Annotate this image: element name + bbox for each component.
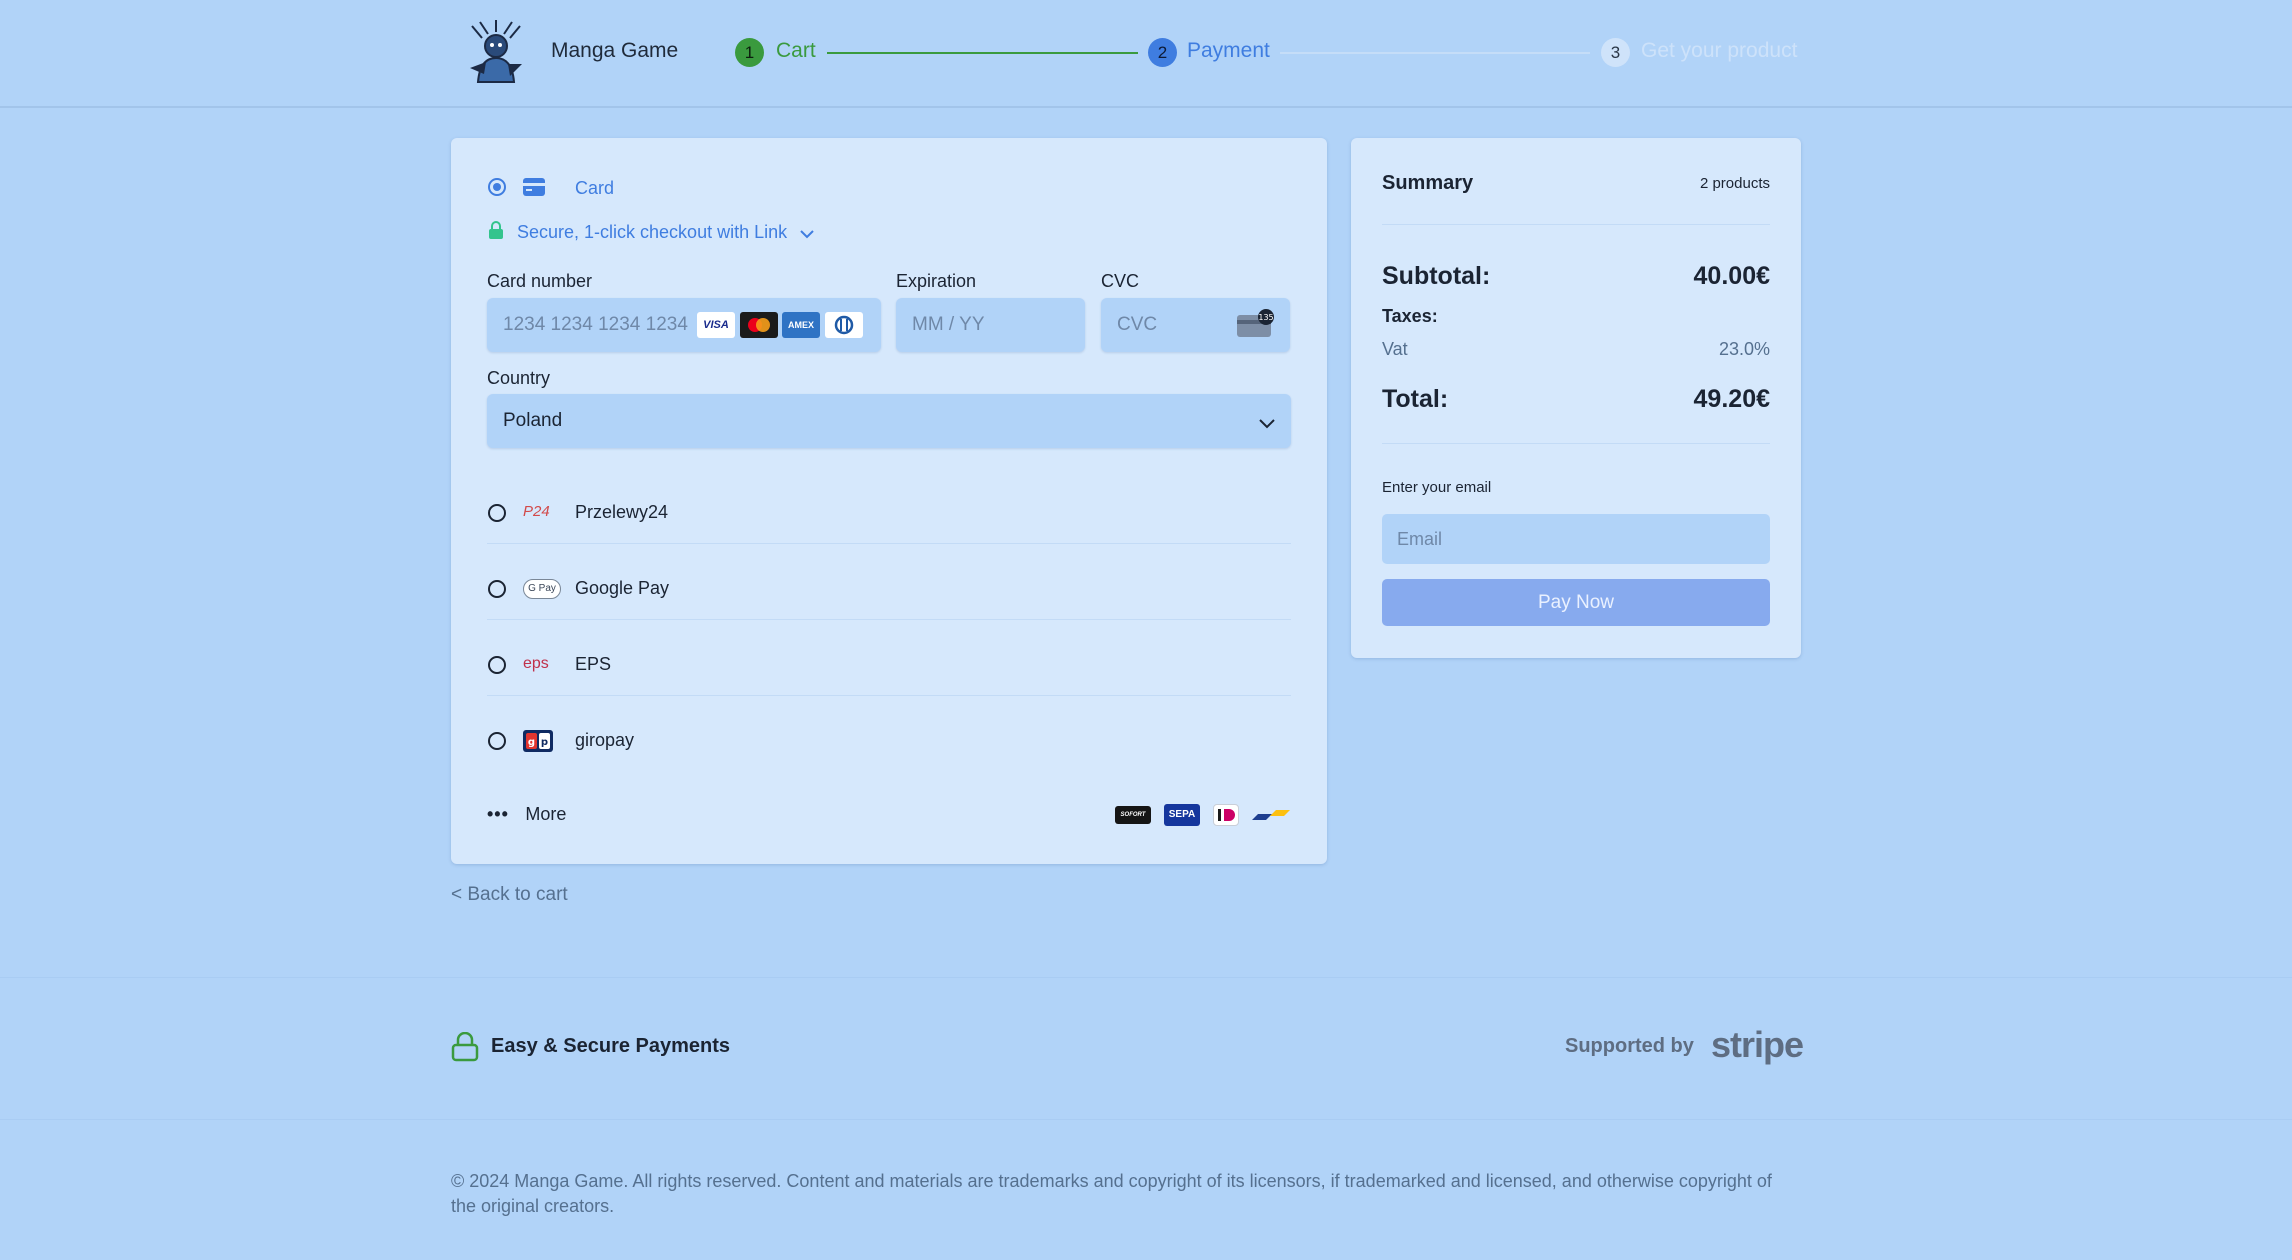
subtotal-label: Subtotal:	[1382, 262, 1491, 290]
amex-icon: AMEX	[782, 312, 820, 338]
card-number-placeholder: 1234 1234 1234 1234	[503, 314, 688, 335]
svg-text:p: p	[541, 737, 548, 748]
divider	[487, 543, 1291, 544]
padlock-icon	[451, 1031, 479, 1067]
brand-name: Manga Game	[551, 39, 679, 62]
diners-icon	[825, 312, 863, 338]
divider	[1382, 224, 1770, 225]
step-1-number: 1	[735, 38, 764, 67]
country-label: Country	[487, 368, 551, 388]
total-label: Total:	[1382, 385, 1449, 413]
vat-label: Vat	[1382, 339, 1408, 359]
summary-panel: Summary 2 products Subtotal: 40.00€ Taxe…	[1351, 138, 1801, 658]
step-2-label[interactable]: Payment	[1187, 39, 1270, 63]
divider	[1382, 443, 1770, 444]
subtotal-value: 40.00€	[1693, 262, 1770, 290]
email-label: Enter your email	[1382, 479, 1492, 496]
summary-title: Summary	[1382, 172, 1474, 194]
cvc-label: CVC	[1101, 271, 1140, 291]
back-to-cart-link[interactable]: < Back to cart	[451, 884, 568, 906]
header: Manga Game 1 Cart 2 Payment 3 Get your p…	[0, 0, 2292, 108]
mastercard-icon	[740, 312, 778, 338]
step-2-connector	[1280, 52, 1590, 54]
eps-radio[interactable]	[488, 656, 506, 674]
country-select[interactable]: Poland	[487, 394, 1291, 448]
divider	[487, 695, 1291, 696]
footer-divider	[0, 1119, 2292, 1120]
more-dots-icon: •••	[487, 804, 509, 824]
lock-icon	[488, 220, 504, 245]
cvc-placeholder: CVC	[1117, 314, 1158, 335]
product-count: 2 products	[1699, 175, 1770, 192]
secure-payments-text: Easy & Secure Payments	[491, 1035, 731, 1057]
footer-divider	[0, 977, 2292, 978]
step-3-number: 3	[1601, 38, 1630, 67]
giropay-radio[interactable]	[488, 732, 506, 750]
step-2-number: 2	[1148, 38, 1177, 67]
cvc-card-icon: 135	[1237, 309, 1275, 344]
card-radio[interactable]	[488, 178, 506, 196]
sofort-icon: SOFORT	[1115, 806, 1151, 824]
taxes-label: Taxes:	[1382, 306, 1438, 326]
stripe-logo[interactable]: stripe	[1711, 1024, 1804, 1066]
eps-icon: eps	[523, 655, 549, 672]
divider	[487, 619, 1291, 620]
card-number-label: Card number	[487, 271, 593, 291]
step-1-connector	[827, 52, 1138, 54]
visa-icon: VISA	[697, 312, 735, 338]
chevron-down-icon	[1259, 416, 1275, 434]
giropay-label[interactable]: giropay	[575, 730, 634, 751]
p24-icon: P24	[523, 503, 550, 520]
vat-value: 23.0%	[1718, 339, 1770, 359]
bancontact-icon	[1252, 806, 1290, 829]
total-value: 49.20€	[1693, 385, 1770, 413]
email-input[interactable]	[1382, 514, 1770, 564]
chevron-down-icon	[800, 223, 814, 244]
link-checkout-toggle[interactable]: Secure, 1-click checkout with Link	[517, 222, 814, 244]
svg-text:g: g	[528, 737, 535, 748]
p24-radio[interactable]	[488, 504, 506, 522]
ideal-icon	[1213, 804, 1239, 826]
card-number-input[interactable]: 1234 1234 1234 1234	[487, 298, 881, 352]
more-methods-button[interactable]: ••• More	[487, 804, 566, 825]
eps-label[interactable]: EPS	[575, 654, 611, 675]
card-icon	[523, 178, 545, 201]
step-3-label: Get your product	[1641, 39, 1798, 62]
google-pay-label[interactable]: Google Pay	[575, 578, 669, 599]
payment-panel: Card Secure, 1-click checkout with Link …	[451, 138, 1327, 864]
card-method-label[interactable]: Card	[575, 178, 614, 199]
gpay-icon: G Pay	[523, 579, 561, 599]
country-value: Poland	[503, 410, 563, 431]
svg-text:135: 135	[1258, 313, 1273, 322]
supported-by-text: Supported by	[1565, 1035, 1694, 1057]
copyright-text: © 2024 Manga Game. All rights reserved. …	[451, 1171, 1772, 1216]
giropay-icon: gp	[523, 730, 553, 757]
expiration-label: Expiration	[896, 271, 977, 291]
expiration-input[interactable]: MM / YY	[896, 298, 1085, 352]
sepa-icon: SEPA	[1164, 804, 1200, 826]
p24-label[interactable]: Przelewy24	[575, 502, 668, 523]
expiration-placeholder: MM / YY	[912, 314, 985, 335]
google-pay-radio[interactable]	[488, 580, 506, 598]
manga-game-logo[interactable]	[464, 18, 528, 88]
step-1-label[interactable]: Cart	[776, 39, 816, 63]
link-checkout-text: Secure, 1-click checkout with Link	[517, 222, 788, 242]
more-label: More	[525, 804, 567, 824]
pay-now-button[interactable]: Pay Now	[1382, 579, 1770, 626]
